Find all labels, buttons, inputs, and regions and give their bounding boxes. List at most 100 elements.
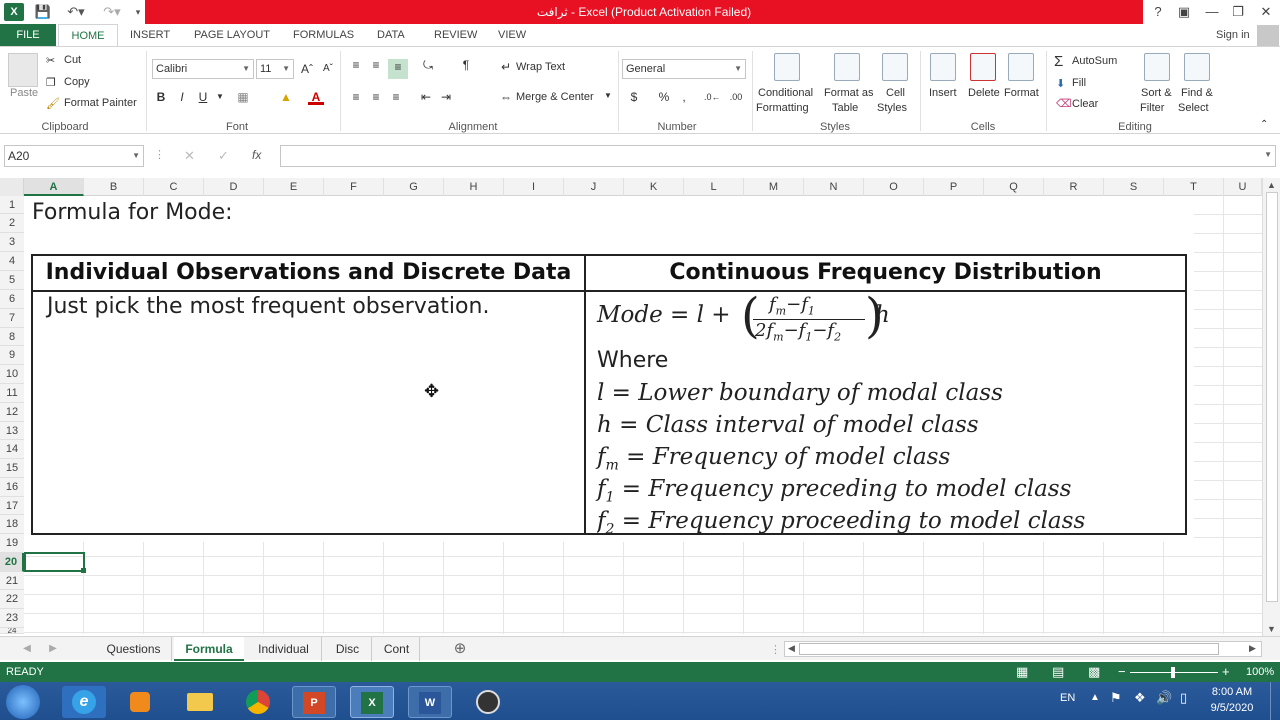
underline-button[interactable]: U: [195, 89, 211, 105]
row-header[interactable]: 14: [0, 440, 24, 459]
indent-direction-icon[interactable]: ¶: [458, 57, 474, 73]
column-header[interactable]: U: [1224, 178, 1262, 196]
sheet-tab-individual[interactable]: Individual: [246, 637, 322, 661]
tab-data[interactable]: DATA: [373, 24, 409, 47]
page-break-view-icon[interactable]: ▩: [1088, 664, 1100, 680]
increase-decimal-icon[interactable]: .0←: [704, 89, 721, 105]
autosum-icon[interactable]: Σ: [1054, 53, 1063, 70]
horizontal-scrollbar[interactable]: ◀ ▶: [784, 641, 1262, 657]
decrease-indent-icon[interactable]: ⇤: [418, 89, 434, 105]
number-format-select[interactable]: General ▼: [622, 59, 746, 79]
cancel-icon[interactable]: ✕: [184, 148, 195, 164]
underline-dropdown-icon[interactable]: ▼: [212, 89, 228, 105]
function-icon[interactable]: fx: [252, 148, 261, 162]
row-header[interactable]: 10: [0, 365, 24, 384]
restore-icon[interactable]: ❐: [1224, 0, 1252, 24]
conditional-formatting-label[interactable]: Conditional: [758, 87, 813, 99]
conditional-formatting-label-2[interactable]: Formatting: [756, 102, 809, 114]
undo-icon[interactable]: ↶▾: [62, 3, 90, 21]
cell-styles-label-2[interactable]: Styles: [877, 102, 907, 114]
clear-button[interactable]: Clear: [1072, 98, 1098, 110]
internet-explorer-icon[interactable]: e: [62, 686, 106, 718]
row-header[interactable]: 16: [0, 478, 24, 497]
column-header[interactable]: E: [264, 178, 324, 196]
bold-button[interactable]: B: [153, 89, 169, 105]
close-icon[interactable]: ✕: [1252, 0, 1280, 24]
find-select-label[interactable]: Find &: [1181, 87, 1213, 99]
align-bottom-icon[interactable]: ≡: [388, 59, 408, 79]
avatar[interactable]: [1257, 25, 1279, 47]
increase-indent-icon[interactable]: ⇥: [438, 89, 454, 105]
fill-icon[interactable]: ⬇: [1056, 77, 1065, 90]
language-indicator[interactable]: EN: [1060, 692, 1075, 704]
add-sheet-icon[interactable]: ⊕: [450, 637, 470, 661]
eraser-icon[interactable]: ⌫: [1056, 97, 1072, 110]
align-top-icon[interactable]: ≡: [348, 57, 364, 73]
h-scroll-thumb[interactable]: [799, 643, 1219, 655]
next-sheet-icon[interactable]: ▶: [46, 637, 60, 661]
enter-icon[interactable]: ✓: [218, 148, 229, 164]
percent-button[interactable]: %: [656, 89, 672, 105]
delete-cells-button[interactable]: Delete: [968, 87, 1000, 99]
sheet-tab-questions[interactable]: Questions: [96, 637, 172, 661]
tab-review[interactable]: REVIEW: [430, 24, 481, 47]
tab-page-layout[interactable]: PAGE LAYOUT: [190, 24, 274, 47]
excel-taskbar-icon[interactable]: X: [350, 686, 394, 718]
column-header[interactable]: S: [1104, 178, 1164, 196]
fill-button[interactable]: Fill: [1072, 77, 1086, 89]
cell-styles-icon[interactable]: [882, 53, 908, 81]
sort-filter-label[interactable]: Sort &: [1141, 87, 1172, 99]
wrap-text-button[interactable]: Wrap Text: [516, 61, 565, 73]
format-as-table-label[interactable]: Format as: [824, 87, 874, 99]
column-header[interactable]: T: [1164, 178, 1224, 196]
paste-icon[interactable]: [8, 53, 38, 87]
start-button[interactable]: [6, 685, 40, 719]
align-middle-icon[interactable]: ≡: [368, 57, 384, 73]
row-header[interactable]: 17: [0, 497, 24, 515]
column-header[interactable]: A: [24, 178, 84, 196]
row-header[interactable]: 21: [0, 572, 24, 590]
row-header[interactable]: 5: [0, 271, 24, 290]
row-header[interactable]: 19: [0, 534, 24, 553]
tab-home[interactable]: HOME: [58, 24, 118, 48]
zoom-out-icon[interactable]: −: [1118, 664, 1126, 679]
column-header[interactable]: G: [384, 178, 444, 196]
powerpoint-icon[interactable]: P: [292, 686, 336, 718]
row-header[interactable]: 22: [0, 590, 24, 609]
currency-button[interactable]: $: [626, 89, 642, 105]
sign-in-link[interactable]: Sign in: [1212, 24, 1254, 47]
help-icon[interactable]: ?: [1144, 0, 1172, 24]
tab-file[interactable]: FILE: [0, 24, 56, 47]
font-color-icon[interactable]: A: [308, 89, 324, 105]
normal-view-icon[interactable]: ▦: [1016, 664, 1028, 680]
row-header[interactable]: 11: [0, 384, 24, 403]
show-desktop-button[interactable]: [1270, 682, 1280, 720]
align-right-icon[interactable]: ≡: [388, 89, 404, 105]
column-header[interactable]: I: [504, 178, 564, 196]
fill-color-icon[interactable]: ▲: [278, 89, 294, 105]
zoom-slider-thumb[interactable]: [1171, 667, 1175, 678]
cell-styles-label[interactable]: Cell: [886, 87, 905, 99]
row-header[interactable]: 9: [0, 346, 24, 365]
align-center-icon[interactable]: ≡: [368, 89, 384, 105]
fill-handle[interactable]: [81, 568, 86, 573]
column-header[interactable]: M: [744, 178, 804, 196]
row-header[interactable]: 8: [0, 328, 24, 346]
insert-cells-icon[interactable]: [930, 53, 956, 81]
clock-time[interactable]: 8:00 AM: [1208, 686, 1256, 698]
row-header[interactable]: 15: [0, 459, 24, 478]
format-cells-button[interactable]: Format: [1004, 87, 1039, 99]
tab-view[interactable]: VIEW: [494, 24, 530, 47]
minimize-icon[interactable]: —: [1198, 0, 1226, 24]
tab-insert[interactable]: INSERT: [126, 24, 174, 47]
delete-cells-icon[interactable]: [970, 53, 996, 81]
sort-filter-label-2[interactable]: Filter: [1140, 102, 1164, 114]
comma-button[interactable]: ,: [676, 89, 692, 105]
row-header[interactable]: 24: [0, 628, 24, 634]
column-header[interactable]: K: [624, 178, 684, 196]
merge-center-button[interactable]: Merge & Center: [516, 91, 594, 103]
file-explorer-icon[interactable]: [178, 686, 222, 718]
column-header[interactable]: F: [324, 178, 384, 196]
page-layout-view-icon[interactable]: ▤: [1052, 664, 1064, 680]
flag-icon[interactable]: ⚑: [1110, 690, 1122, 706]
